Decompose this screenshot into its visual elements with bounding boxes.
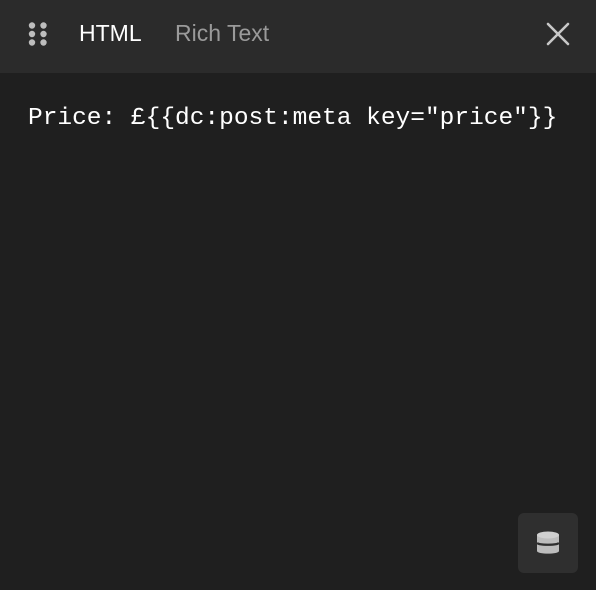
html-code-editor[interactable]: Price: £{{dc:post:meta key="price"}}: [28, 98, 568, 478]
panel-header: HTML Rich Text: [0, 0, 596, 73]
close-icon: [546, 22, 570, 46]
tab-rich-text[interactable]: Rich Text: [175, 19, 269, 47]
close-button[interactable]: [543, 19, 573, 49]
html-editor-panel: HTML Rich Text Price: £{{dc:post:meta ke…: [0, 0, 596, 590]
database-icon: [536, 531, 560, 554]
tab-html[interactable]: HTML: [79, 19, 142, 47]
dynamic-data-button[interactable]: [518, 513, 578, 573]
drag-handle-icon[interactable]: [28, 22, 48, 46]
